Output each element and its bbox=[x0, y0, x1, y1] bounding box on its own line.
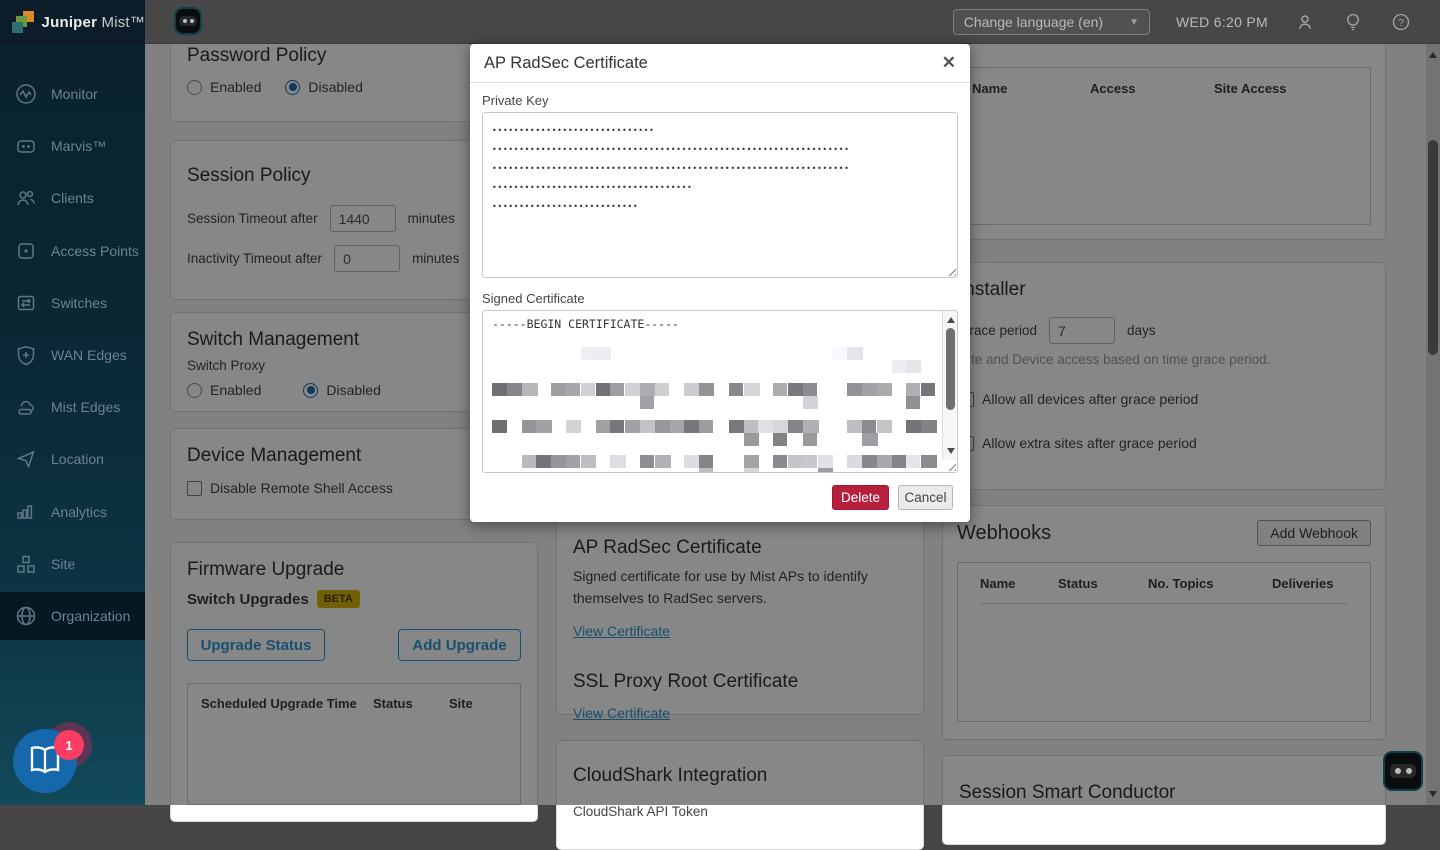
textarea-scrollbar[interactable] bbox=[942, 311, 957, 460]
help-icon[interactable]: ? bbox=[1390, 11, 1412, 33]
sidebar-item-analytics[interactable]: Analytics bbox=[0, 488, 145, 536]
scrollbar-thumb[interactable] bbox=[946, 328, 955, 410]
sidebar-item-label: Monitor bbox=[51, 86, 98, 102]
clock-text: WED 6:20 PM bbox=[1176, 14, 1268, 30]
masked-key-line: ••••••••••••••••••••••••••• bbox=[492, 197, 948, 216]
certificate-begin-line: -----BEGIN CERTIFICATE----- bbox=[492, 317, 933, 331]
marvis-icon bbox=[15, 135, 37, 157]
sidebar-item-location[interactable]: Location bbox=[0, 435, 145, 483]
private-key-textarea[interactable]: •••••••••••••••••••••••••••••• •••••••••… bbox=[482, 112, 958, 278]
juniper-mist-logo[interactable]: Juniper Mist™ bbox=[0, 0, 145, 44]
delete-button[interactable]: Delete bbox=[832, 485, 889, 510]
sidebar-item-wanedges[interactable]: WAN Edges bbox=[0, 331, 145, 379]
scroll-down-arrow[interactable] bbox=[943, 444, 958, 458]
chevron-down-icon: ▼ bbox=[1129, 17, 1139, 28]
switches-icon bbox=[15, 292, 37, 314]
lightbulb-icon[interactable] bbox=[1342, 11, 1364, 33]
mist-edges-icon bbox=[15, 396, 37, 418]
sidebar-item-label: Location bbox=[51, 451, 104, 467]
sidebar-item-organization[interactable]: Organization bbox=[0, 592, 145, 640]
sidebar-item-label: Clients bbox=[51, 190, 94, 206]
sidebar-item-accesspoints[interactable]: Access Points bbox=[0, 227, 145, 275]
sidebar-item-label: Site bbox=[51, 556, 75, 572]
location-icon bbox=[15, 448, 37, 470]
sidebar-item-label: Mist Edges bbox=[51, 399, 120, 415]
resize-handle-icon[interactable] bbox=[945, 460, 956, 471]
marvis-assistant-icon[interactable] bbox=[174, 7, 202, 35]
masked-key-line: ••••••••••••••••••••••••••••••••••••••••… bbox=[492, 159, 948, 178]
sidebar-item-label: Marvis™ bbox=[51, 138, 106, 154]
cancel-button[interactable]: Cancel bbox=[898, 485, 953, 510]
masked-key-line: ••••••••••••••••••••••••••••••••••••• bbox=[492, 178, 948, 197]
redacted-certificate-content bbox=[492, 335, 933, 455]
sidebar-item-label: Switches bbox=[51, 295, 107, 311]
monitor-icon bbox=[15, 83, 37, 105]
site-icon bbox=[15, 553, 37, 575]
svg-text:?: ? bbox=[1398, 18, 1404, 29]
brand-title: Juniper Mist™ bbox=[42, 14, 145, 31]
language-dropdown[interactable]: Change language (en) ▼ bbox=[953, 9, 1150, 35]
analytics-icon bbox=[15, 501, 37, 523]
scroll-up-arrow[interactable] bbox=[943, 313, 958, 327]
account-icon[interactable] bbox=[1294, 11, 1316, 33]
ap-radsec-certificate-dialog: AP RadSec Certificate ✕ Private Key ••••… bbox=[470, 44, 970, 522]
signed-certificate-label: Signed Certificate bbox=[482, 291, 970, 306]
resize-handle-icon[interactable] bbox=[945, 265, 956, 276]
sidebar-item-label: Analytics bbox=[51, 504, 107, 520]
private-key-label: Private Key bbox=[482, 93, 970, 108]
sidebar-item-mistedges[interactable]: Mist Edges bbox=[0, 383, 145, 431]
masked-key-line: •••••••••••••••••••••••••••••• bbox=[492, 121, 948, 140]
masked-key-line: ••••••••••••••••••••••••••••••••••••••••… bbox=[492, 140, 948, 159]
sidebar-item-monitor[interactable]: Monitor bbox=[0, 70, 145, 118]
sidebar-item-label: Access Points bbox=[51, 243, 139, 259]
wan-edges-icon bbox=[15, 344, 37, 366]
sidebar-item-label: Organization bbox=[51, 608, 130, 624]
sidebar-item-site[interactable]: Site bbox=[0, 540, 145, 588]
clients-icon bbox=[15, 187, 37, 209]
organization-icon bbox=[15, 605, 37, 627]
top-header: Juniper Mist™ Change language (en) ▼ WED… bbox=[0, 0, 1440, 44]
dialog-title: AP RadSec Certificate bbox=[484, 54, 648, 73]
access-points-icon bbox=[15, 240, 37, 262]
sidebar-item-clients[interactable]: Clients bbox=[0, 174, 145, 222]
notification-badge: 1 bbox=[54, 730, 84, 760]
cloudshark-token-label: CloudShark API Token bbox=[573, 804, 907, 819]
help-chat-widget[interactable]: 1 bbox=[13, 729, 103, 799]
close-icon[interactable]: ✕ bbox=[942, 53, 956, 73]
sidebar-item-switches[interactable]: Switches bbox=[0, 279, 145, 327]
sidebar-item-label: WAN Edges bbox=[51, 347, 127, 363]
juniper-logo-icon bbox=[12, 11, 34, 33]
marvis-chatbot-button[interactable] bbox=[1383, 751, 1423, 791]
sidebar-nav: Monitor Marvis™ Clients Access Points Switch… bbox=[0, 44, 145, 805]
language-dropdown-value: Change language (en) bbox=[964, 14, 1103, 30]
sidebar-item-marvis[interactable]: Marvis™ bbox=[0, 122, 145, 170]
signed-certificate-textarea[interactable]: -----BEGIN CERTIFICATE----- bbox=[482, 310, 958, 473]
